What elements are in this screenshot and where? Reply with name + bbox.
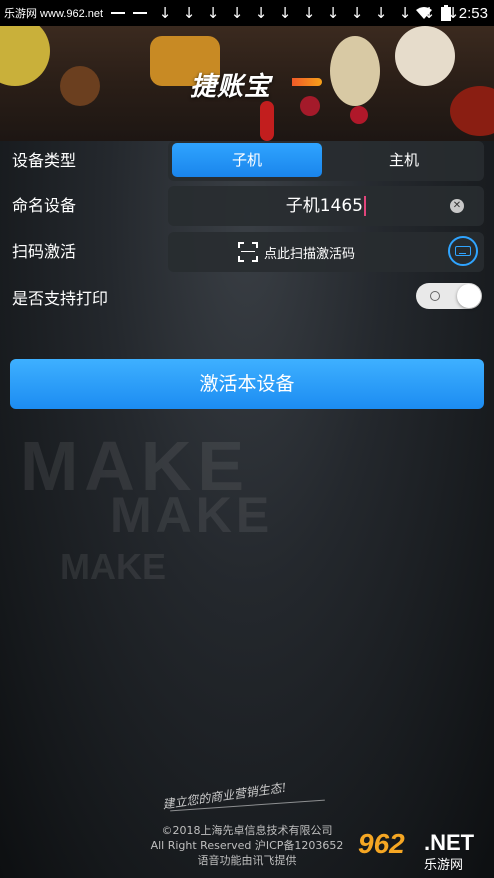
watermark-text: MAKE bbox=[60, 546, 166, 587]
site-brand-logo: 962 .NET 乐游网 bbox=[358, 828, 490, 874]
pepper-decoration bbox=[350, 106, 368, 124]
toggle-knob bbox=[457, 284, 481, 308]
download-icon: ↓ bbox=[326, 4, 340, 22]
download-icon: ↓ bbox=[350, 4, 364, 22]
header-banner: 捷账宝 bbox=[0, 26, 494, 141]
download-icon: ↓ bbox=[374, 4, 388, 22]
main-panel: MAKE MAKE MAKE 设备类型 子机 主机 命名设备 子机1465 ✕ … bbox=[0, 141, 494, 878]
device-name-row: 命名设备 子机1465 ✕ bbox=[0, 186, 494, 228]
logo-flame-icon bbox=[292, 78, 322, 86]
scan-activate-label: 扫码激活 bbox=[12, 242, 77, 261]
clear-icon[interactable]: ✕ bbox=[450, 199, 464, 213]
wifi-icon bbox=[415, 7, 432, 19]
spice-decoration bbox=[60, 66, 100, 106]
device-type-option-host[interactable]: 主机 bbox=[328, 143, 480, 177]
site-watermark-label: 乐游网 www.962.net bbox=[0, 5, 108, 21]
download-icon: ↓ bbox=[230, 4, 244, 22]
minus-icon bbox=[133, 12, 148, 14]
status-bar: 乐游网 www.962.net ↓ ↓ ↓ ↓ ↓ ↓ ↓ ↓ ↓ ↓ ↓ ↓ … bbox=[0, 0, 494, 26]
download-icon: ↓ bbox=[206, 4, 220, 22]
watermark-text: MAKE bbox=[110, 487, 274, 543]
device-type-row: 设备类型 子机 主机 bbox=[0, 141, 494, 183]
scan-activate-field: 点此扫描激活码 bbox=[168, 232, 484, 272]
keyboard-icon[interactable] bbox=[448, 236, 478, 266]
garlic-decoration bbox=[395, 26, 455, 86]
print-support-label: 是否支持打印 bbox=[12, 289, 109, 308]
battery-icon bbox=[440, 5, 451, 21]
device-name-label: 命名设备 bbox=[12, 196, 77, 215]
device-name-value: 子机1465 bbox=[286, 186, 366, 226]
device-name-field[interactable]: 子机1465 ✕ bbox=[168, 186, 484, 226]
minus-icon bbox=[111, 12, 126, 14]
toggle-off-icon bbox=[430, 291, 440, 301]
garlic-decoration bbox=[330, 36, 380, 106]
scan-code-button[interactable]: 点此扫描激活码 bbox=[238, 232, 355, 272]
scan-activate-row: 扫码激活 点此扫描激活码 bbox=[0, 232, 494, 274]
device-type-option-phone[interactable]: 子机 bbox=[172, 143, 322, 177]
activate-device-button[interactable]: 激活本设备 bbox=[10, 359, 484, 409]
app-logo: 捷账宝 bbox=[190, 72, 272, 102]
lemon-decoration bbox=[0, 26, 50, 86]
download-icon: ↓ bbox=[158, 4, 172, 22]
chili-decoration bbox=[260, 101, 274, 141]
scan-icon bbox=[238, 242, 258, 262]
pepper-decoration bbox=[300, 96, 320, 116]
download-icon: ↓ bbox=[398, 4, 412, 22]
download-icon: ↓ bbox=[302, 4, 316, 22]
tomato-decoration bbox=[450, 86, 494, 136]
brand-net: .NET bbox=[424, 830, 475, 855]
device-type-label: 设备类型 bbox=[12, 151, 77, 170]
brand-name: 乐游网 bbox=[424, 858, 464, 873]
print-support-row: 是否支持打印 bbox=[0, 281, 494, 321]
brand-number: 962 bbox=[358, 828, 405, 859]
scan-code-button-label: 点此扫描激活码 bbox=[264, 246, 356, 262]
print-support-toggle[interactable] bbox=[416, 283, 482, 309]
download-icon: ↓ bbox=[278, 4, 292, 22]
clock: 2:53 bbox=[458, 4, 488, 22]
download-icon: ↓ bbox=[254, 4, 268, 22]
download-icon: ↓ bbox=[182, 4, 196, 22]
background-watermark: MAKE MAKE MAKE bbox=[0, 426, 494, 596]
text-cursor bbox=[364, 196, 366, 216]
device-type-segmented-control: 子机 主机 bbox=[168, 141, 484, 181]
